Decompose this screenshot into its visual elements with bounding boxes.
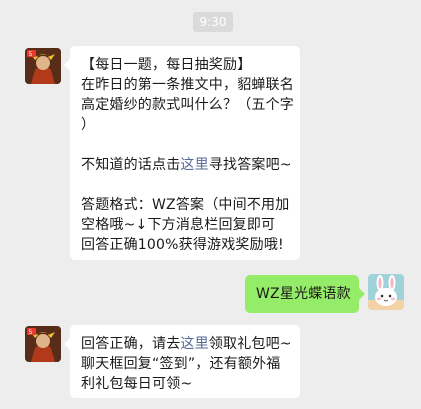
message-link[interactable]: 这里: [180, 157, 208, 173]
game-hero-avatar-icon: 5: [25, 48, 61, 84]
message-line: 利礼包每日可领~: [81, 374, 289, 394]
message-line: 答题格式：WZ答案（中间不用加: [81, 195, 289, 215]
sender-avatar[interactable]: 5: [25, 48, 61, 84]
message-text: 答题格式：WZ答案（中间不用加: [81, 197, 290, 213]
message-line: [81, 175, 289, 195]
message-text: 回答正确，请去: [81, 336, 181, 352]
bunny-avatar-icon: [368, 274, 404, 310]
user-avatar[interactable]: [368, 274, 404, 310]
message-text: 【每日一题，每日抽奖励】: [81, 57, 252, 73]
message-line: 回答正确，请去这里领取礼包吧~: [81, 334, 292, 354]
message-line: 【每日一题，每日抽奖励】: [81, 55, 289, 75]
message-line: 在昨日的第一条推文中，貂蝉联名: [81, 75, 294, 95]
message-text: WZ星光蝶语款: [256, 286, 351, 302]
message-text: ）: [81, 117, 96, 133]
svg-text:5: 5: [29, 329, 33, 336]
message-line: WZ星光蝶语款: [256, 284, 351, 304]
timestamp: 9:30: [193, 12, 233, 32]
message-text: 高定婚纱的款式叫什么？（五个字: [81, 97, 294, 113]
message-line: 聊天框回复“签到”，还有额外福: [81, 354, 289, 374]
message-line: 不知道的话点击这里寻找答案吧~: [81, 155, 292, 175]
message-bubble-incoming: 回答正确，请去这里领取礼包吧~ 聊天框回复“签到”，还有额外福 利礼包每日可领~: [64, 325, 300, 398]
sender-avatar[interactable]: 5: [25, 326, 61, 362]
message-text: 回答正确100%获得游戏奖励哦!: [81, 237, 284, 253]
message-line: 回答正确100%获得游戏奖励哦!: [81, 235, 289, 255]
game-hero-avatar-icon: 5: [25, 326, 61, 362]
message-bubble-incoming: 【每日一题，每日抽奖励】在昨日的第一条推文中，貂蝉联名 高定婚纱的款式叫什么？（五…: [64, 46, 300, 260]
message-text: 空格哦~↓下方消息栏回复即可: [81, 217, 276, 233]
message-line: [81, 135, 289, 155]
message-text: 不知道的话点击: [81, 157, 181, 173]
message-text: 在昨日的第一条推文中，貂蝉联名: [81, 77, 294, 93]
message-line: 空格哦~↓下方消息栏回复即可: [81, 215, 289, 235]
message-text: 聊天框回复“签到”，还有额外福: [81, 356, 281, 372]
message-text: 领取礼包吧~: [208, 336, 292, 352]
message-text: 寻找答案吧~: [208, 157, 292, 173]
message-text: 利礼包每日可领~: [81, 376, 193, 392]
message-bubble-outgoing: WZ星光蝶语款: [245, 275, 365, 313]
svg-text:5: 5: [29, 51, 33, 58]
message-line: ）: [81, 115, 289, 135]
message-link[interactable]: 这里: [180, 336, 208, 352]
message-line: 高定婚纱的款式叫什么？（五个字: [81, 95, 294, 115]
